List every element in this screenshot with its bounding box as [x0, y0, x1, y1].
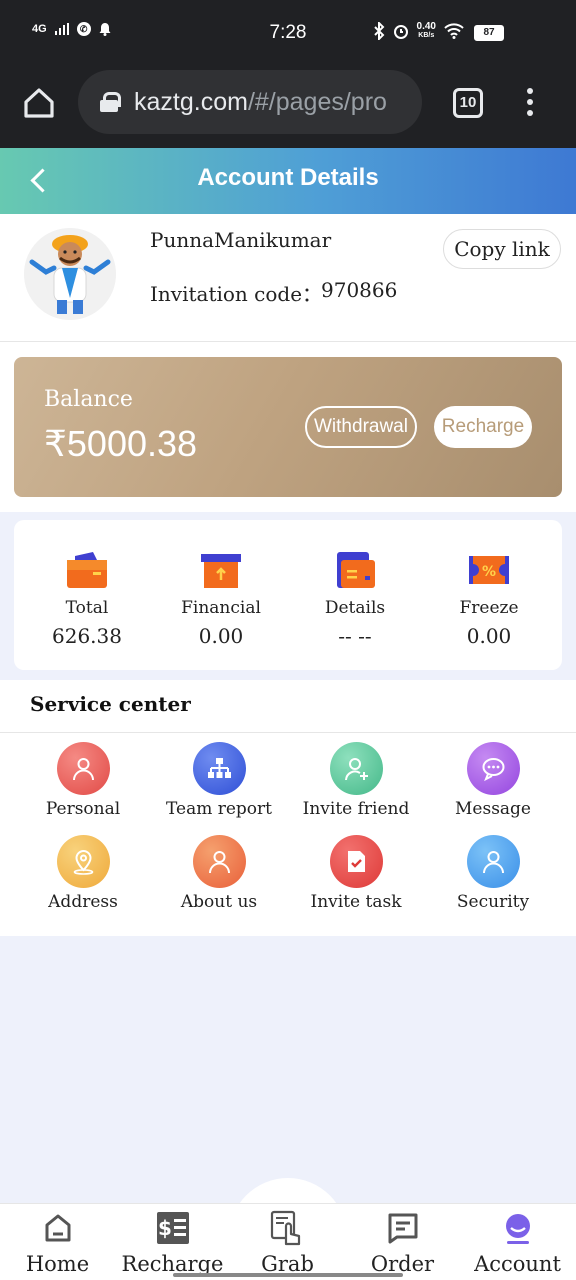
service-label: Security: [456, 892, 530, 912]
service-label: Invite friend: [302, 799, 410, 819]
balance-value: ₹5000.38: [44, 423, 198, 464]
service-label: Personal: [45, 799, 121, 819]
battery-icon: 87: [474, 25, 504, 41]
stats-card: Total 626.38 Financial 0.00 Details -- -…: [14, 520, 562, 670]
service-center: Service center Personal Team report Invi…: [0, 680, 576, 936]
service-team-report[interactable]: Team report: [149, 742, 289, 819]
browser-menu-icon[interactable]: [521, 88, 539, 118]
svg-text:%: %: [482, 564, 496, 580]
person-icon: [466, 835, 520, 888]
home-icon: [45, 1214, 70, 1242]
service-label: Team report: [165, 799, 272, 819]
withdrawal-button[interactable]: Withdrawal: [305, 406, 417, 448]
org-chart-icon: [192, 742, 246, 795]
alarm-icon: [393, 25, 408, 39]
avatar: [24, 228, 116, 320]
stat-label: Total: [65, 598, 109, 618]
location-pin-icon: [56, 835, 110, 888]
service-center-title: Service center: [30, 692, 191, 716]
browser-home-icon[interactable]: [22, 86, 56, 120]
browser-toolbar: kaztg.com/#/pages/pro 10: [0, 66, 576, 148]
gesture-bar[interactable]: [173, 1273, 403, 1277]
box-arrow-icon: [201, 554, 241, 588]
stat-value: -- --: [338, 624, 372, 648]
stat-details[interactable]: Details -- --: [285, 550, 425, 648]
balance-label: Balance: [44, 387, 133, 412]
recharge-button[interactable]: Recharge: [434, 406, 532, 448]
bluetooth-icon: [373, 22, 384, 40]
stat-label: Freeze: [459, 598, 519, 618]
recharge-icon: $: [156, 1212, 189, 1244]
invitation-code: 970866: [321, 278, 398, 302]
page-title: Account Details: [197, 164, 379, 191]
stat-value: 0.00: [198, 624, 244, 648]
cartoon-avatar-icon: [24, 228, 116, 320]
nav-grab[interactable]: Grab: [230, 1210, 345, 1276]
nav-label: Home: [25, 1252, 90, 1276]
task-doc-icon: [329, 835, 383, 888]
svg-text:$: $: [158, 1216, 172, 1240]
page-header: Account Details: [0, 148, 576, 214]
person-icon: [192, 835, 246, 888]
wifi-icon: [444, 23, 464, 39]
nav-label: Account: [474, 1252, 561, 1276]
nav-home[interactable]: Home: [0, 1210, 115, 1276]
service-personal[interactable]: Personal: [13, 742, 153, 819]
order-icon: [388, 1213, 417, 1244]
service-security[interactable]: Security: [423, 835, 563, 912]
service-label: Invite task: [310, 892, 402, 912]
username: PunnaManikumar: [150, 228, 332, 252]
balance-card: Balance ₹5000.38 Withdrawal Recharge: [14, 357, 562, 497]
service-message[interactable]: Message: [423, 742, 563, 819]
status-bar: 4G ✆ 7:28 0.40 KB/s 87: [0, 0, 576, 66]
account-icon: [505, 1214, 530, 1244]
wallet-icon: [67, 552, 107, 588]
tab-switcher-button[interactable]: 10: [453, 88, 483, 118]
service-about-us[interactable]: About us: [149, 835, 289, 912]
nav-order[interactable]: Order: [345, 1210, 460, 1276]
stat-label: Details: [324, 598, 386, 618]
person-icon: [56, 742, 110, 795]
stat-value: 0.00: [466, 624, 512, 648]
lock-icon: [100, 92, 121, 112]
stat-value: 626.38: [52, 624, 122, 648]
divider: [0, 732, 576, 733]
stat-financial[interactable]: Financial 0.00: [151, 550, 291, 648]
service-address[interactable]: Address: [13, 835, 153, 912]
nav-recharge[interactable]: $ Recharge: [115, 1210, 230, 1276]
grab-hand-icon: [270, 1210, 300, 1246]
details-wallet-icon: [337, 552, 375, 588]
status-right-icons: 0.40 KB/s: [373, 22, 464, 40]
address-bar[interactable]: kaztg.com/#/pages/pro: [78, 70, 422, 134]
stat-total[interactable]: Total 626.38: [17, 550, 157, 648]
service-label: Message: [455, 799, 531, 819]
service-invite-friend[interactable]: Invite friend: [286, 742, 426, 819]
service-invite-task[interactable]: Invite task: [286, 835, 426, 912]
profile-section: PunnaManikumar Invitation code： 970866 C…: [0, 214, 576, 342]
service-label: About us: [180, 892, 258, 912]
copy-link-button[interactable]: Copy link: [443, 229, 561, 269]
add-user-icon: [329, 742, 383, 795]
stats-section: Total 626.38 Financial 0.00 Details -- -…: [0, 512, 576, 680]
coupon-icon: %: [469, 556, 509, 584]
stat-label: Financial: [181, 598, 261, 618]
chat-bubble-icon: [466, 742, 520, 795]
stat-freeze[interactable]: % Freeze 0.00: [419, 550, 559, 648]
balance-section: Balance ₹5000.38 Withdrawal Recharge: [0, 342, 576, 512]
url-text: kaztg.com/#/pages/pro: [134, 87, 387, 116]
net-speed: 0.40 KB/s: [416, 21, 436, 40]
nav-account[interactable]: Account: [460, 1210, 575, 1276]
invitation-label: Invitation code：: [150, 282, 323, 306]
service-label: Address: [48, 892, 118, 912]
